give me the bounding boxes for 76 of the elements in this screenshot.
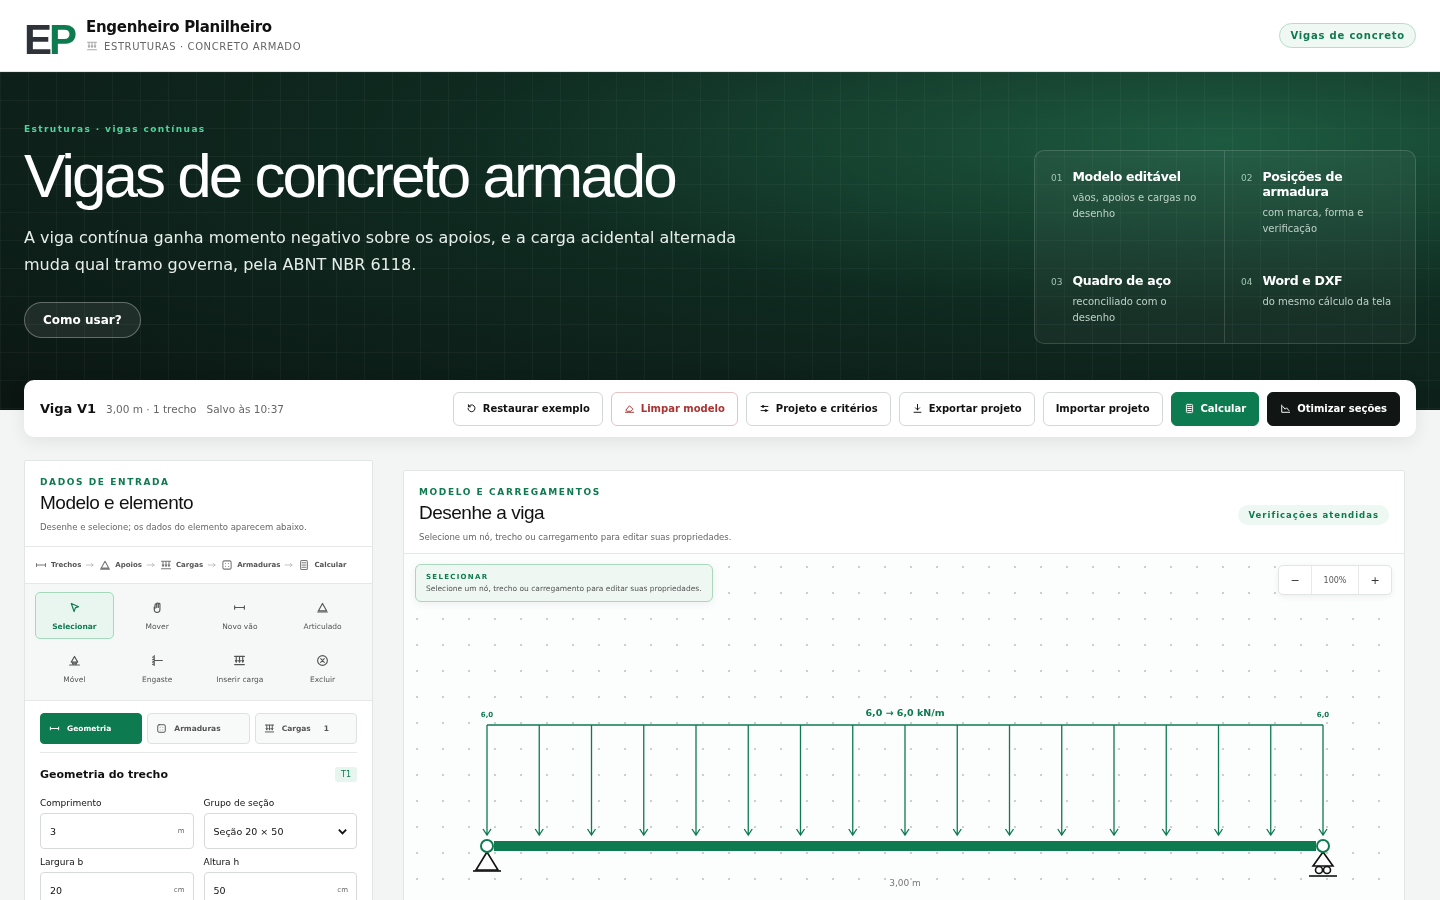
span-tag: T1 bbox=[335, 767, 357, 782]
arrow-icon bbox=[145, 560, 156, 570]
triangle-icon bbox=[99, 559, 112, 571]
feature-title: Modelo editável bbox=[1072, 169, 1182, 184]
hero-eyebrow: Estruturas · vigas contínuas bbox=[24, 124, 207, 134]
arrow-icon bbox=[85, 560, 96, 570]
arrow-icon bbox=[284, 560, 295, 570]
span-length: 3,00 m bbox=[889, 878, 921, 888]
node-handle[interactable] bbox=[1316, 839, 1330, 853]
pin-support[interactable] bbox=[472, 850, 502, 872]
field-label: Altura h bbox=[203, 857, 241, 867]
field-label: Grupo de seção bbox=[203, 798, 276, 808]
toolbar-button[interactable]: Calcular bbox=[1170, 391, 1260, 426]
help-button[interactable]: Como usar? bbox=[24, 302, 141, 339]
panel-eyebrow: DADOS DE ENTRADA bbox=[40, 477, 171, 487]
sliders-icon bbox=[758, 403, 770, 414]
zoom-in-button[interactable]: + bbox=[1359, 566, 1391, 594]
distributed-load[interactable] bbox=[482, 724, 1328, 837]
toolbar-button[interactable]: Exportar projeto bbox=[898, 391, 1035, 426]
field-label: Comprimento bbox=[40, 798, 103, 808]
toolbar-button[interactable]: Restaurar exemplo bbox=[452, 391, 603, 426]
grid-icon bbox=[221, 559, 234, 571]
beam-title: Viga V1 bbox=[40, 401, 96, 416]
delete-icon bbox=[316, 653, 330, 667]
chart-icon bbox=[1280, 403, 1292, 414]
panel-eyebrow: MODELO E CARREGAMENTOS bbox=[419, 487, 602, 497]
load-label: 6,0 → 6,0 kN/m bbox=[865, 707, 945, 718]
panel-title: Modelo e elemento bbox=[40, 492, 195, 514]
calculator-icon bbox=[1183, 403, 1195, 414]
fixed-support-icon bbox=[150, 653, 164, 667]
brand-name: Engenheiro Planilheiro bbox=[86, 17, 273, 36]
toolbar-button[interactable]: Otimizar seções bbox=[1267, 391, 1400, 426]
status-badge: Verificações atendidas bbox=[1238, 504, 1389, 525]
toolbar-button[interactable]: Projeto e critérios bbox=[745, 391, 891, 426]
triangle-icon bbox=[316, 600, 330, 614]
save-status: Salvo às 10:37 bbox=[206, 403, 284, 415]
feature-title: Quadro de aço bbox=[1072, 272, 1172, 288]
panel-description: Selecione um nó, trecho ou carregamento para editar suas propriedades. bbox=[419, 532, 732, 542]
feature-text: do mesmo cálculo da tela bbox=[1262, 294, 1392, 309]
panel-title: Desenhe a viga bbox=[419, 502, 546, 524]
eraser-icon bbox=[623, 403, 635, 414]
zoom-out-button[interactable]: − bbox=[1279, 566, 1311, 594]
section-select[interactable]: Seção 20 × 50 bbox=[203, 813, 357, 849]
load-icon bbox=[86, 39, 99, 52]
section-title: Geometria do trecho bbox=[40, 768, 168, 781]
calculator-icon bbox=[298, 559, 311, 571]
feature-title: Word e DXF bbox=[1262, 272, 1344, 288]
load-icon bbox=[233, 653, 247, 667]
toolbar-button[interactable]: Importar projeto bbox=[1042, 391, 1163, 426]
panel-description: Desenhe e selecione; os dados do elemento aparecem abaixo. bbox=[40, 522, 308, 532]
feature-text: com marca, forma e verificação bbox=[1262, 206, 1365, 236]
download-icon bbox=[911, 403, 923, 414]
arrow-icon bbox=[207, 560, 218, 570]
feature-number: 01 bbox=[1051, 172, 1063, 185]
feature-number: 04 bbox=[1241, 275, 1253, 289]
brand-subtitle: ESTRUTURAS · CONCRETO ARMADO bbox=[104, 41, 302, 52]
hero-lead: A viga contínua ganha momento negativo sobre os apoios, e a carga acidental alternada muda qual tramo governa, pela ABNT NBR 6118. bbox=[24, 227, 738, 277]
section-link[interactable]: Vigas de concreto bbox=[1279, 23, 1416, 48]
feature-text: reconciliado com o desenho bbox=[1072, 294, 1168, 325]
beam-meta: 3,00 m · 1 trecho bbox=[106, 403, 197, 415]
node-handle[interactable] bbox=[480, 839, 494, 853]
grid-icon bbox=[156, 723, 168, 734]
roller-support[interactable] bbox=[1308, 850, 1338, 877]
load-icon bbox=[263, 723, 275, 734]
feature-title: Posições de armadura bbox=[1262, 169, 1344, 199]
feature-number: 02 bbox=[1241, 172, 1253, 185]
field-label: Largura b bbox=[40, 857, 85, 867]
load-icon bbox=[159, 559, 172, 571]
roller-support-icon bbox=[67, 653, 81, 667]
toolbar-button[interactable]: Limpar modelo bbox=[610, 391, 738, 426]
logo: EP bbox=[24, 14, 75, 61]
zoom-level: 100% bbox=[1311, 566, 1359, 594]
feature-text: vãos, apoios e cargas no desenho bbox=[1072, 191, 1198, 221]
feature-number: 03 bbox=[1051, 275, 1063, 289]
restore-icon bbox=[465, 403, 477, 414]
hero-title: Vigas de concreto armado bbox=[24, 142, 676, 211]
